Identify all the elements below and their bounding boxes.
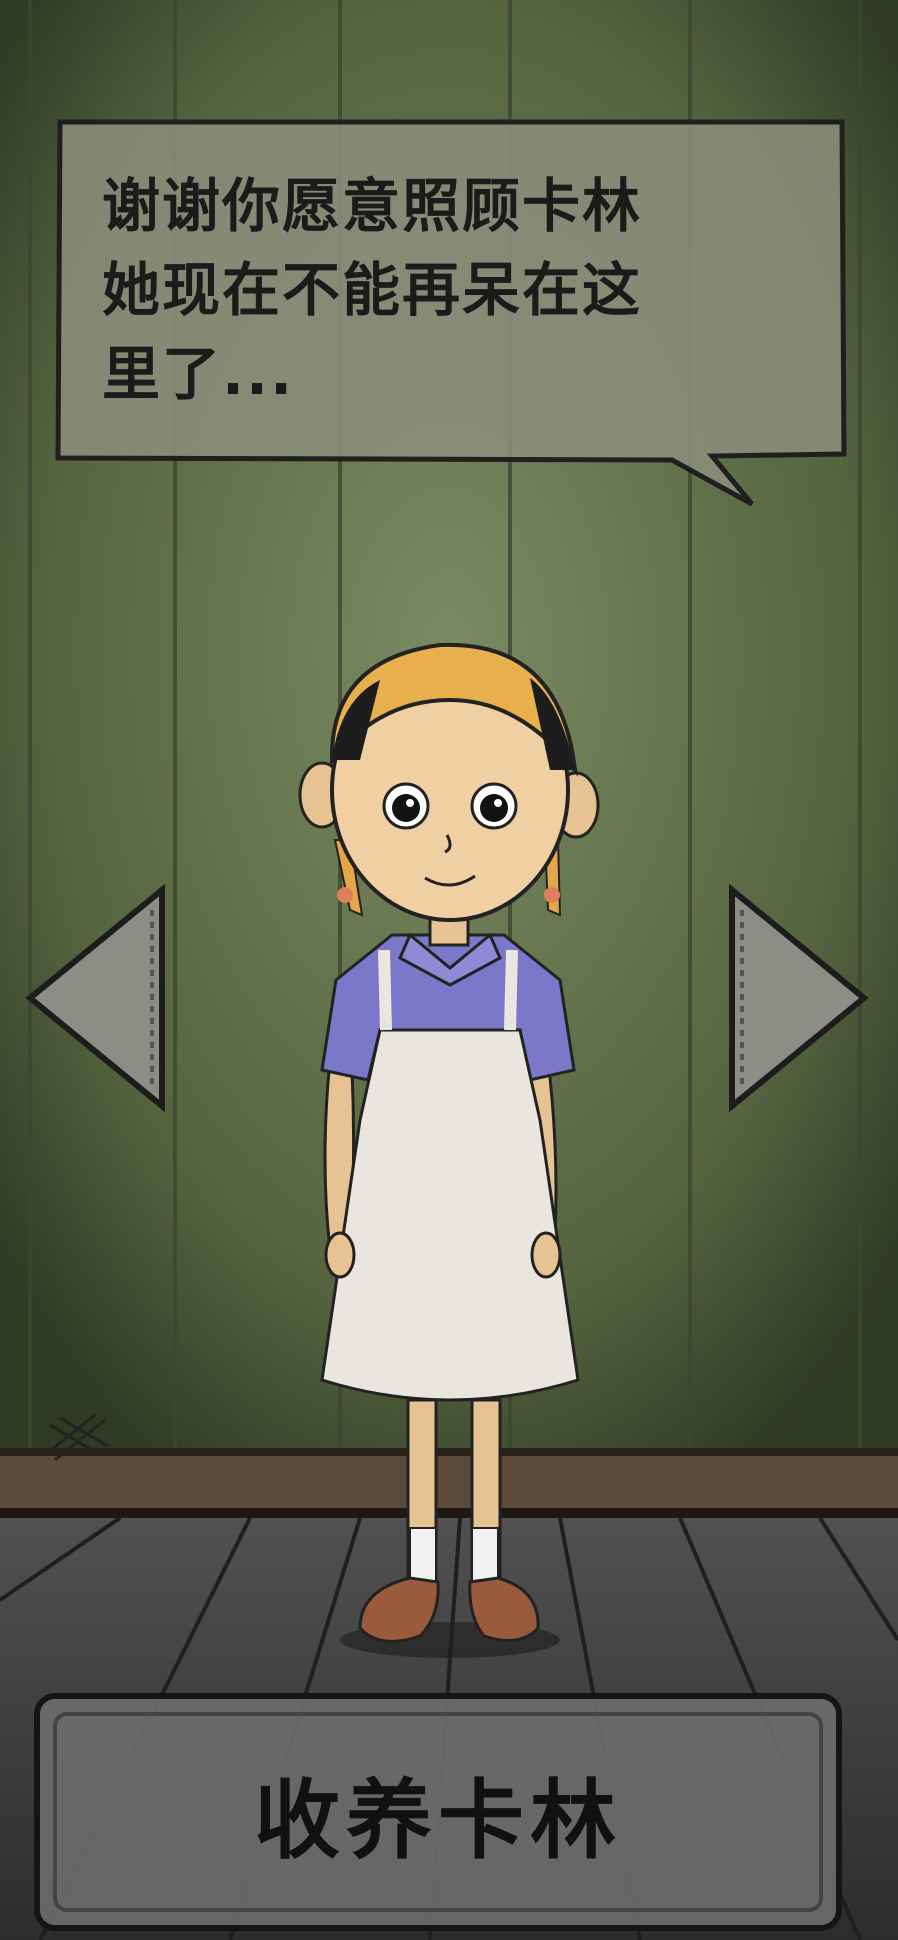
speech-bubble: 谢谢你愿意照顾卡林 她现在不能再呆在这 里了... [52,114,852,507]
adopt-karin-button[interactable]: 收养卡林 [33,1692,843,1932]
next-arrow-button[interactable] [722,880,872,1120]
dialog-text: 谢谢你愿意照顾卡林 她现在不能再呆在这 里了... [102,172,643,408]
right-triangle-icon [729,883,869,1113]
baseboard [0,1448,898,1518]
adopt-button-label: 收养卡林 [254,1770,622,1871]
previous-arrow-button[interactable] [22,880,172,1120]
left-triangle-icon [25,883,165,1113]
